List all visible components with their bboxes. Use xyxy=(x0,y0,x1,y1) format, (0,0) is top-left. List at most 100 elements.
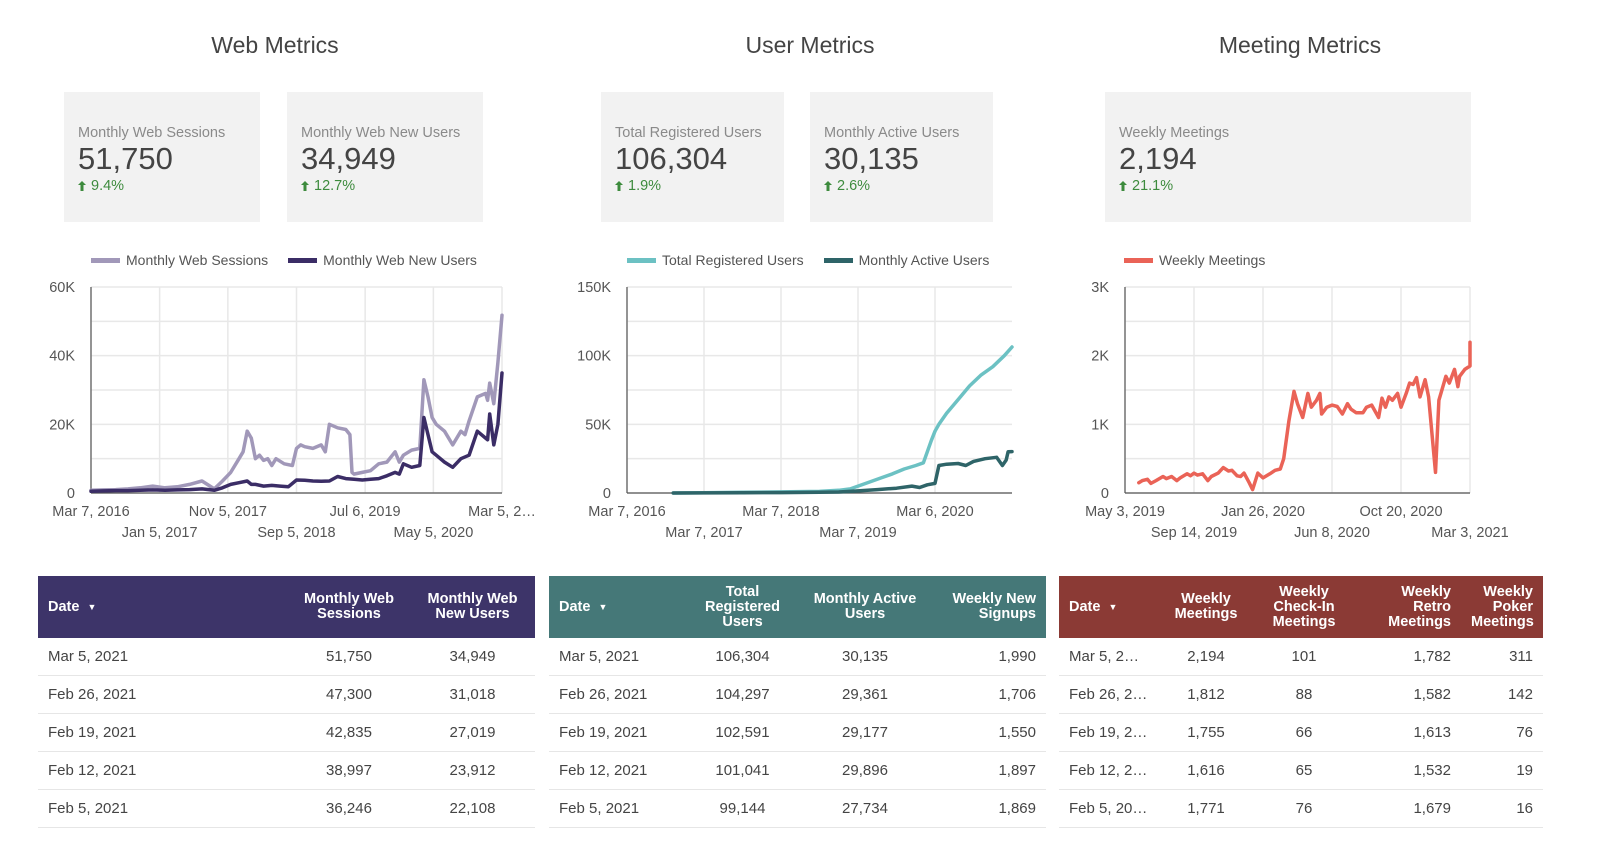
x-tick-label: Sep 5, 2018 xyxy=(257,525,335,541)
column-header-date[interactable]: Date ▼ xyxy=(38,598,288,615)
user-chart-legend: Total Registered Users Monthly Active Us… xyxy=(627,252,989,268)
cell-value: 1,990 xyxy=(998,648,1036,665)
cell-value: 22,108 xyxy=(449,800,496,817)
column-header[interactable]: Total Registered Users xyxy=(684,584,801,630)
scorecard-monthly-web-sessions[interactable]: Monthly Web Sessions 51,750 9.4% xyxy=(64,92,260,222)
meeting-chart-legend: Weekly Meetings xyxy=(1124,252,1265,268)
web-metrics-line-chart[interactable]: 0 20K 40K 60K Mar 7, 2016 Jan 5, 2017 Nov 5, 2… xyxy=(40,280,540,550)
legend-swatch xyxy=(627,257,656,263)
cell-date: Feb 26, 2021 xyxy=(48,686,137,703)
series-line-total-registered-users[interactable] xyxy=(671,345,1014,495)
cell-date: Mar 5, 2021 xyxy=(48,648,129,665)
table-row[interactable]: Feb 26, 2… 1,812 88 1,582 142 xyxy=(1059,676,1543,714)
column-header-date[interactable]: Date ▼ xyxy=(1059,598,1157,615)
scorecard-value: 51,750 xyxy=(78,141,173,176)
table-header: Date ▼ Weekly Meetings Weekly Check-In Meet… xyxy=(1059,576,1543,638)
scorecard-monthly-active-users[interactable]: Monthly Active Users 30,135 2.6% xyxy=(810,92,993,222)
cell-value: 51,750 xyxy=(326,648,372,665)
cell-value: 1,897 xyxy=(998,762,1036,779)
cell-date: Feb 5, 2021 xyxy=(559,800,640,817)
x-tick-label: May 5, 2020 xyxy=(393,525,473,541)
column-header-date[interactable]: Date ▼ xyxy=(549,599,684,615)
scorecard-delta: 12.7% xyxy=(301,178,469,194)
y-tick-label: 3K xyxy=(1091,280,1109,296)
cell-value: 76 xyxy=(1295,800,1313,817)
scorecard-label: Monthly Active Users xyxy=(824,125,960,141)
scorecard-label: Total Registered Users xyxy=(615,125,762,141)
scorecard-delta: 9.4% xyxy=(78,178,246,194)
table-row[interactable]: Feb 26, 2021 104,297 29,361 1,706 xyxy=(549,676,1046,714)
x-tick-label: Sep 14, 2019 xyxy=(1151,525,1237,541)
scorecard-total-registered-users[interactable]: Total Registered Users 106,304 1.9% xyxy=(601,92,784,222)
column-header-label: Weekly Check-In Meetings xyxy=(1272,583,1336,630)
table-row[interactable]: Mar 5, 2021 106,304 30,135 1,990 xyxy=(549,638,1046,676)
meeting-metrics-title: Meeting Metrics xyxy=(1218,32,1382,58)
cell-value: 142 xyxy=(1507,686,1533,703)
x-tick-label: Jun 8, 2020 xyxy=(1294,525,1370,541)
sort-descending-icon[interactable]: ▼ xyxy=(598,600,607,615)
table-row[interactable]: Feb 5, 20… 1,771 76 1,679 16 xyxy=(1059,790,1543,828)
column-header[interactable]: Weekly Poker Meetings xyxy=(1461,584,1543,630)
table-row[interactable]: Feb 12, 2021 38,997 23,912 xyxy=(38,752,535,790)
cell-date: Feb 19, 2… xyxy=(1069,724,1148,741)
x-tick-label: Mar 7, 2016 xyxy=(588,504,665,520)
cell-value: 66 xyxy=(1295,724,1313,741)
legend-item-monthly-web-new-users[interactable]: Monthly Web New Users xyxy=(288,252,477,268)
cell-value: 1,679 xyxy=(1413,800,1451,817)
series-line-weekly-meetings[interactable] xyxy=(1137,340,1472,492)
legend-item-total-registered-users[interactable]: Total Registered Users xyxy=(627,252,804,268)
scorecard-weekly-meetings[interactable]: Weekly Meetings 2,194 21.1% xyxy=(1105,92,1471,222)
column-header[interactable]: Monthly Web Sessions xyxy=(288,592,410,622)
series-line-monthly-active-users[interactable] xyxy=(671,449,1014,495)
legend-item-monthly-web-sessions[interactable]: Monthly Web Sessions xyxy=(91,252,268,268)
delta-value: 12.7% xyxy=(314,178,356,194)
table-row[interactable]: Feb 12, 2021 101,041 29,896 1,897 xyxy=(549,752,1046,790)
table-row[interactable]: Mar 5, 2… 2,194 101 1,782 311 xyxy=(1059,638,1543,676)
column-header[interactable]: Monthly Active Users xyxy=(801,592,929,622)
table-row[interactable]: Mar 5, 2021 51,750 34,949 xyxy=(38,638,535,676)
cell-value: 27,734 xyxy=(842,800,888,817)
y-tick-label: 0 xyxy=(67,486,75,502)
scorecard-monthly-web-new-users[interactable]: Monthly Web New Users 34,949 12.7% xyxy=(287,92,483,222)
scorecard-value: 30,135 xyxy=(824,141,919,176)
delta-value: 21.1% xyxy=(1132,178,1174,194)
cell-value: 65 xyxy=(1295,762,1313,779)
table-row[interactable]: Feb 26, 2021 47,300 31,018 xyxy=(38,676,535,714)
legend-label: Monthly Web New Users xyxy=(323,252,477,268)
cell-value: 88 xyxy=(1295,686,1313,703)
user-metrics-line-chart[interactable]: 050K100K150KMar 7, 2016Mar 7, 2017Mar 7,… xyxy=(560,280,1040,550)
column-header-label: Date xyxy=(1069,598,1101,615)
table-row[interactable]: Feb 5, 2021 99,144 27,734 1,869 xyxy=(549,790,1046,828)
cell-value: 19 xyxy=(1516,762,1533,779)
table-row[interactable]: Feb 19, 2021 42,835 27,019 xyxy=(38,714,535,752)
cell-value: 1,616 xyxy=(1187,762,1225,779)
column-header-label: Date xyxy=(48,598,80,615)
y-tick-label: 20K xyxy=(49,417,75,433)
cell-date: Feb 26, 2… xyxy=(1069,686,1148,703)
x-tick-label: Jul 6, 2019 xyxy=(330,504,401,520)
arrow-up-icon xyxy=(301,181,309,191)
legend-swatch xyxy=(823,257,853,263)
table-row[interactable]: Feb 5, 2021 36,246 22,108 xyxy=(38,790,535,828)
cell-value: 1,771 xyxy=(1187,800,1225,817)
cell-value: 101,041 xyxy=(715,762,770,779)
meeting-metrics-line-chart[interactable]: 0 1K 2K 3K May 3, 2019 Sep 14, 2019 Jan 26, 20… xyxy=(1070,280,1560,550)
web-metrics-title: Web Metrics xyxy=(211,32,339,58)
table-row[interactable]: Feb 19, 2… 1,755 66 1,613 76 xyxy=(1059,714,1543,752)
legend-item-monthly-active-users[interactable]: Monthly Active Users xyxy=(823,252,989,268)
sort-descending-icon[interactable]: ▼ xyxy=(87,600,96,615)
table-row[interactable]: Feb 12, 2… 1,616 65 1,532 19 xyxy=(1059,752,1543,790)
column-header[interactable]: Weekly Meetings xyxy=(1157,592,1255,622)
delta-value: 9.4% xyxy=(91,178,125,194)
column-header[interactable]: Weekly Retro Meetings xyxy=(1353,584,1461,630)
column-header[interactable]: Weekly New Signups xyxy=(929,592,1046,622)
column-header[interactable]: Monthly Web New Users xyxy=(410,592,535,622)
delta-value: 1.9% xyxy=(628,178,662,194)
legend-item-weekly-meetings[interactable]: Weekly Meetings xyxy=(1124,252,1265,268)
table-row[interactable]: Feb 19, 2021 102,591 29,177 1,550 xyxy=(549,714,1046,752)
cell-value: 101 xyxy=(1291,648,1317,665)
column-header[interactable]: Weekly Check-In Meetings xyxy=(1255,583,1353,630)
sort-descending-icon[interactable]: ▼ xyxy=(1108,600,1117,615)
legend-swatch xyxy=(288,257,318,263)
cell-value: 311 xyxy=(1509,648,1533,665)
